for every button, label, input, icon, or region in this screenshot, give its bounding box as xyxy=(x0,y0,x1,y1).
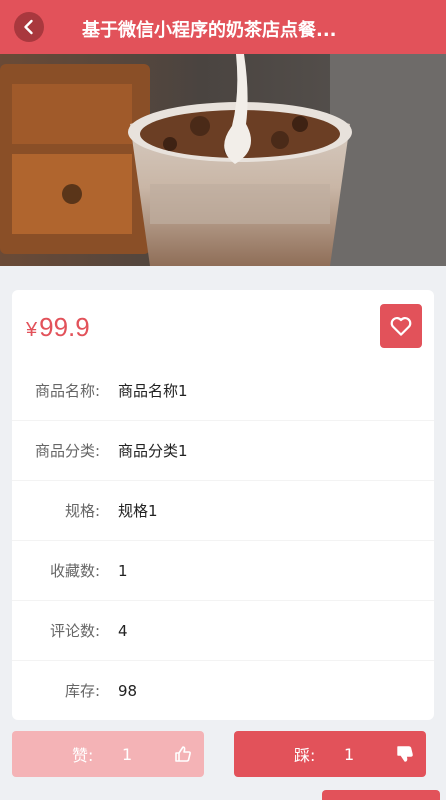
field-value: 4 xyxy=(118,621,128,640)
field-value: 商品分类1 xyxy=(118,442,188,460)
field-label: 收藏数: xyxy=(49,562,100,580)
heart-icon xyxy=(390,317,412,336)
bottom-action-tab[interactable] xyxy=(322,790,440,800)
field-label: 评论数: xyxy=(49,622,100,640)
thumbs-up-icon xyxy=(175,746,191,762)
field-row-category: 商品分类: 商品分类1 xyxy=(12,420,434,480)
product-detail-card: ¥99.9 商品名称: 商品名称1 商品分类: 商品分类1 规格: 规格1 收藏… xyxy=(12,290,434,720)
like-button[interactable]: 赞: 1 xyxy=(12,731,204,777)
top-nav-bar: 基于微信小程序的奶茶店点餐... xyxy=(0,0,446,54)
chevron-left-icon xyxy=(24,19,33,35)
favorite-button[interactable] xyxy=(380,304,422,348)
field-row-name: 商品名称: 商品名称1 xyxy=(12,360,434,420)
field-label: 商品名称: xyxy=(34,381,100,400)
field-row-spec: 规格: 规格1 xyxy=(12,480,434,540)
field-label: 库存: xyxy=(64,682,100,700)
field-value: 1 xyxy=(118,561,128,580)
field-value: 规格1 xyxy=(118,502,158,520)
dislike-label: 踩: xyxy=(294,746,316,765)
page-title: 基于微信小程序的奶茶店点餐... xyxy=(82,20,337,41)
field-label: 商品分类: xyxy=(34,442,100,460)
back-button[interactable] xyxy=(14,12,44,42)
like-label: 赞: xyxy=(72,746,94,765)
dislike-count: 1 xyxy=(344,744,355,764)
like-count: 1 xyxy=(122,744,133,764)
field-row-stock: 库存: 98 xyxy=(12,660,434,720)
product-image xyxy=(0,54,446,266)
field-label: 规格: xyxy=(64,502,100,520)
dislike-button[interactable]: 踩: 1 xyxy=(234,731,426,777)
thumbs-down-icon xyxy=(397,746,413,762)
field-value: 商品名称1 xyxy=(118,381,188,400)
field-value: 98 xyxy=(118,681,138,700)
field-row-comments: 评论数: 4 xyxy=(12,600,434,660)
field-row-favorites: 收藏数: 1 xyxy=(12,540,434,600)
product-price: ¥99.9 xyxy=(26,312,90,342)
